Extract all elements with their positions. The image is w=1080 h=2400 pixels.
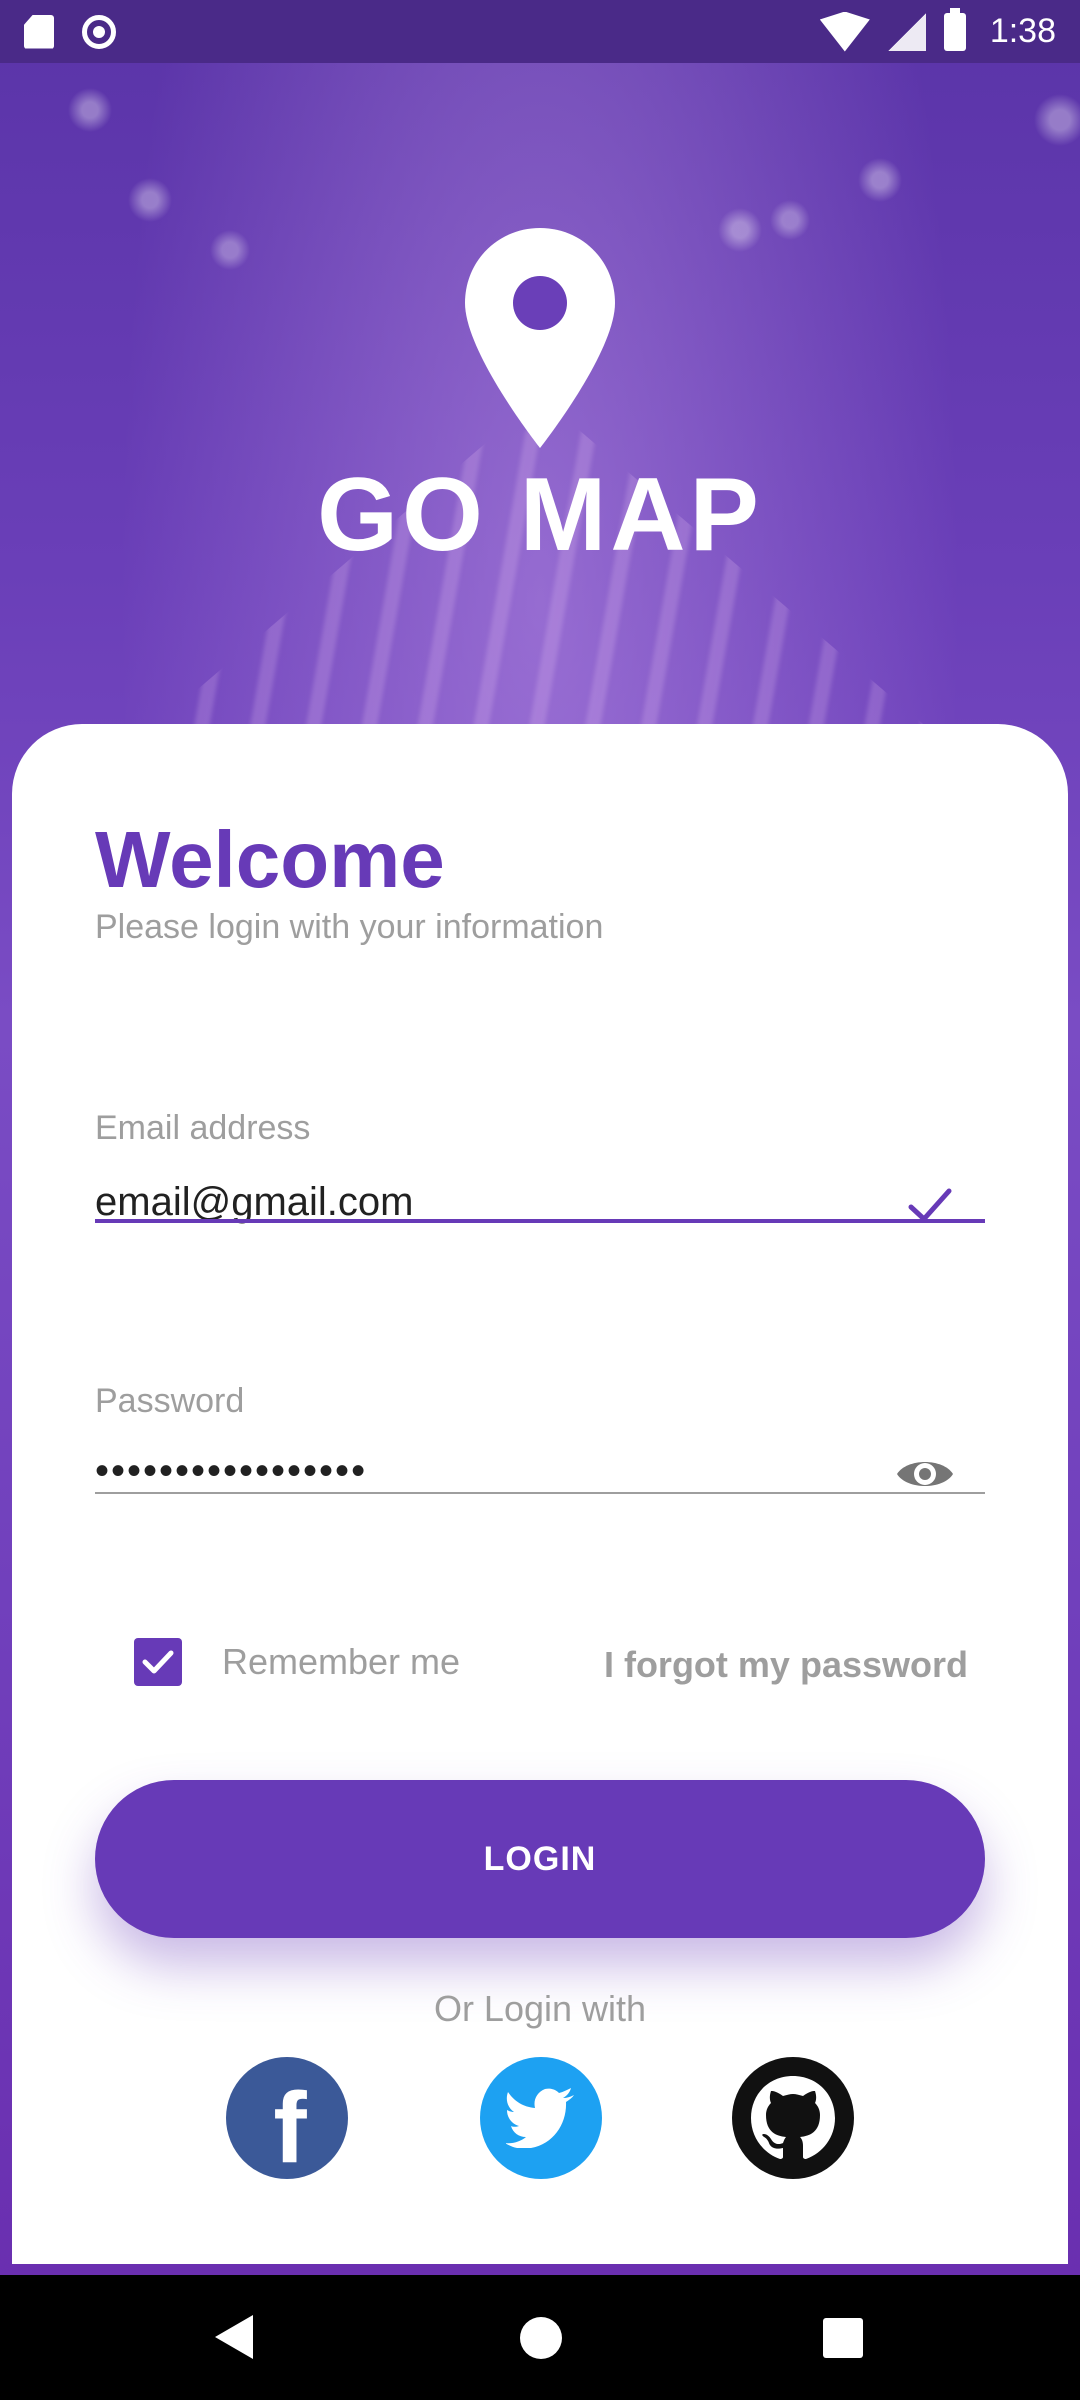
email-underline [95, 1219, 985, 1223]
password-underline [95, 1492, 985, 1494]
signal-icon [887, 12, 926, 51]
app-logo: GO MAP [0, 228, 1080, 575]
home-icon[interactable] [520, 2317, 562, 2359]
github-icon [751, 2076, 835, 2159]
forgot-password-link[interactable]: I forgot my password [604, 1644, 968, 1686]
eye-icon[interactable] [895, 1454, 955, 1494]
twitter-icon [506, 2088, 574, 2148]
password-label: Password [95, 1382, 245, 1420]
github-login-button[interactable] [732, 2057, 854, 2179]
sd-card-icon [24, 14, 54, 49]
location-pin-icon [465, 228, 615, 448]
status-time: 1:38 [989, 12, 1056, 50]
remember-me-label: Remember me [222, 1641, 461, 1682]
login-button[interactable]: LOGIN [95, 1780, 985, 1938]
password-field[interactable]: Password ••••••••••••••••• [95, 1382, 985, 1497]
wifi-icon [819, 11, 870, 52]
remember-me[interactable]: Remember me [134, 1638, 460, 1686]
facebook-login-button[interactable]: f [226, 2057, 348, 2184]
navigation-bar [0, 2275, 1080, 2400]
recents-icon[interactable] [823, 2318, 863, 2358]
battery-icon [943, 7, 966, 51]
check-icon [908, 1188, 952, 1222]
email-field[interactable]: Email address email@gmail.com [95, 1109, 985, 1224]
password-input[interactable]: ••••••••••••••••• [95, 1449, 985, 1494]
welcome-title: Welcome [95, 815, 445, 904]
status-bar: 1:38 [0, 0, 1080, 63]
record-icon [82, 14, 116, 49]
twitter-login-button[interactable] [480, 2057, 602, 2179]
email-label: Email address [95, 1109, 311, 1147]
login-card: Welcome Please login with your informati… [12, 724, 1068, 2264]
app-brand: GO MAP [317, 457, 763, 573]
checkmark-icon [142, 1650, 174, 1674]
remember-me-checkbox[interactable] [134, 1638, 182, 1686]
back-icon[interactable] [215, 2315, 253, 2359]
alt-login-text: Or Login with [433, 1988, 647, 2029]
facebook-icon: f [273, 2071, 307, 2184]
welcome-subtitle: Please login with your information [95, 908, 604, 946]
